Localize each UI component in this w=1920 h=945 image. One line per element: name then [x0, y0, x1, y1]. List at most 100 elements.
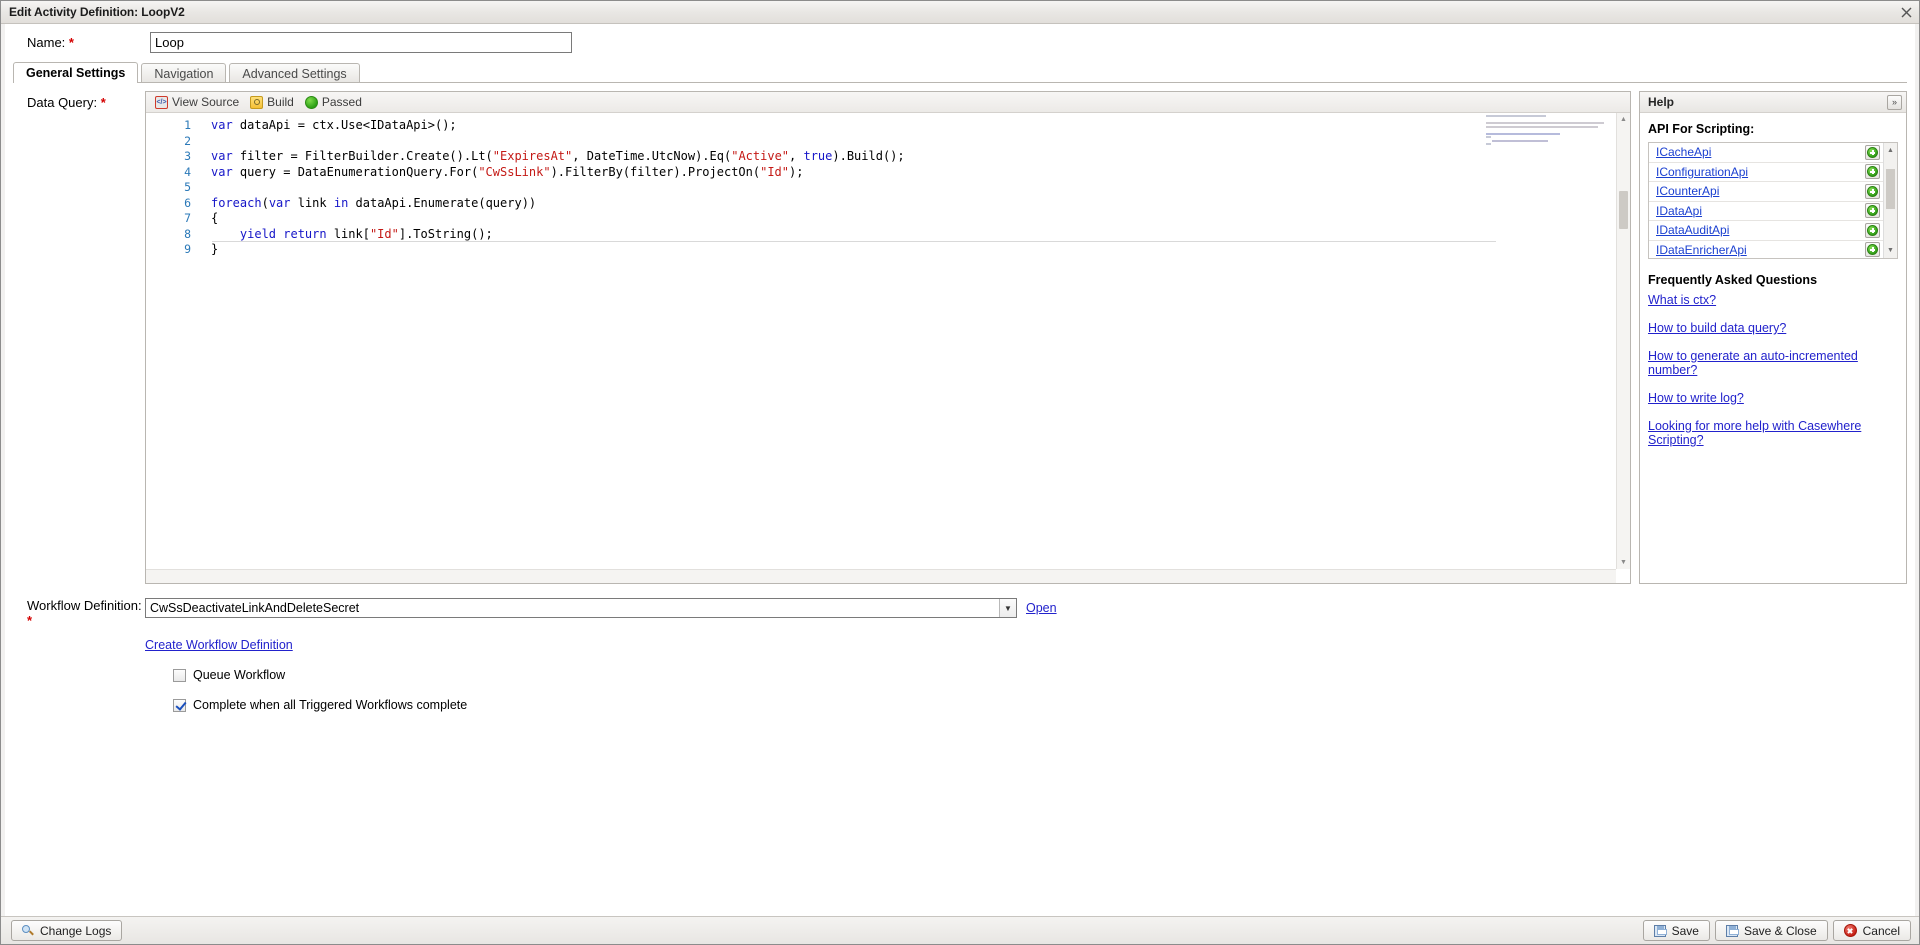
code-line-text: } — [211, 242, 219, 256]
magnifier-icon — [22, 924, 34, 937]
line-number: 6 — [184, 195, 191, 210]
faq-link-build-data-query[interactable]: How to build data query? — [1648, 321, 1898, 335]
cancel-icon — [1843, 924, 1857, 937]
list-item[interactable]: ICounterApi — [1649, 182, 1883, 202]
line-number: 9 — [184, 242, 191, 256]
open-workflow-link[interactable]: Open — [1026, 601, 1057, 615]
workflow-definition-value: CwSsDeactivateLinkAndDeleteSecret — [150, 601, 360, 615]
workflow-definition-label-text: Workflow Definition: — [27, 598, 142, 613]
cancel-label: Cancel — [1862, 923, 1900, 938]
editor-horizontal-scrollbar[interactable] — [146, 569, 1616, 583]
name-input[interactable] — [150, 32, 572, 53]
close-icon[interactable] — [1898, 4, 1914, 20]
scroll-thumb[interactable] — [1886, 169, 1895, 209]
save-icon — [1653, 924, 1667, 937]
api-link[interactable]: ICacheApi — [1656, 145, 1711, 159]
view-source-button[interactable]: </> View Source — [155, 95, 244, 109]
help-panel-header: Help » — [1640, 92, 1906, 113]
workflow-definition-controls: CwSsDeactivateLinkAndDeleteSecret ▼ Open — [145, 598, 1057, 618]
faq-link-what-is-ctx[interactable]: What is ctx? — [1648, 293, 1898, 307]
save-label: Save — [1671, 923, 1699, 938]
save-button[interactable]: Save — [1642, 920, 1710, 941]
list-item[interactable]: ICacheApi — [1649, 143, 1883, 163]
api-link[interactable]: ICounterApi — [1656, 184, 1719, 198]
faq-link-auto-increment[interactable]: How to generate an auto-incremented numb… — [1648, 349, 1898, 377]
api-link[interactable]: IConfigurationApi — [1656, 165, 1748, 179]
help-title: Help — [1648, 95, 1675, 109]
add-icon[interactable] — [1865, 164, 1880, 180]
tab-advanced-settings-label: Advanced Settings — [242, 66, 347, 81]
footer-button-group: Save Save & Close Cancel — [1642, 920, 1911, 941]
data-query-label: Data Query: * — [5, 91, 145, 584]
api-link[interactable]: IDataAuditApi — [1656, 223, 1729, 237]
list-item[interactable]: IConfigurationApi — [1649, 163, 1883, 182]
line-number: 4 — [184, 164, 191, 179]
code-line-text: var query = DataEnumerationQuery.For("Cw… — [211, 164, 804, 179]
complete-when-triggered-checkbox[interactable] — [173, 698, 186, 712]
chevron-double-right-icon[interactable]: » — [1887, 94, 1902, 110]
status-ok-icon — [304, 95, 318, 109]
general-settings-panel: Data Query: * </> View Source Build Pass… — [5, 83, 1915, 584]
tab-advanced-settings[interactable]: Advanced Settings — [229, 63, 360, 83]
cancel-button[interactable]: Cancel — [1832, 920, 1911, 941]
api-link[interactable]: IDataApi — [1656, 204, 1702, 218]
tab-navigation-label: Navigation — [154, 66, 214, 81]
build-icon — [250, 95, 264, 109]
create-workflow-definition-link[interactable]: Create Workflow Definition — [145, 638, 293, 652]
workflow-definition-label: Workflow Definition: * — [5, 598, 145, 628]
faq-link-more-help[interactable]: Looking for more help with Casewhere Scr… — [1648, 419, 1898, 447]
workflow-required-marker: * — [27, 613, 33, 628]
queue-workflow-row: Queue Workflow — [5, 668, 1915, 682]
code-line-text: var dataApi = ctx.Use<IDataApi>(); — [211, 118, 457, 132]
add-icon[interactable] — [1865, 144, 1880, 160]
queue-workflow-label: Queue Workflow — [193, 668, 286, 682]
scroll-down-icon[interactable]: ▼ — [1884, 244, 1897, 257]
tab-bar: General Settings Navigation Advanced Set… — [5, 61, 1915, 83]
dialog-footer: Change Logs Save Save & Close Cancel — [1, 916, 1919, 944]
scroll-up-icon[interactable]: ▲ — [1884, 144, 1897, 157]
api-list: ICacheApi IConfigurationApi ICounterApi — [1649, 143, 1883, 258]
help-panel-body: API For Scripting: ICacheApi IConfigurat… — [1640, 113, 1906, 583]
required-marker: * — [68, 35, 74, 50]
list-item[interactable]: IDataApi — [1649, 202, 1883, 221]
code-lines[interactable]: 1 var dataApi = ctx.Use<IDataApi>(); 2 3 v… — [146, 113, 1616, 569]
tab-strip-divider — [13, 82, 1907, 83]
faq-heading: Frequently Asked Questions — [1648, 273, 1818, 287]
line-number: 5 — [184, 180, 191, 194]
dialog-body: Name: * General Settings Navigation Adva… — [1, 24, 1919, 916]
change-logs-button[interactable]: Change Logs — [11, 920, 123, 941]
tab-navigation[interactable]: Navigation — [141, 63, 227, 83]
editor-vertical-scrollbar[interactable]: ▲ ▼ — [1616, 113, 1630, 569]
editor-surface[interactable]: 1 var dataApi = ctx.Use<IDataApi>(); 2 3 v… — [146, 113, 1630, 583]
api-list-scrollbar[interactable]: ▲ ▼ — [1883, 143, 1897, 258]
tab-general-settings[interactable]: General Settings — [13, 62, 139, 83]
api-link[interactable]: IDataEnricherApi — [1656, 243, 1747, 257]
workflow-definition-row: Workflow Definition: * CwSsDeactivateLin… — [5, 584, 1915, 628]
save-and-close-button[interactable]: Save & Close — [1714, 920, 1828, 941]
add-icon[interactable] — [1865, 203, 1880, 219]
list-item[interactable]: IDataEnricherApi — [1649, 241, 1883, 259]
code-line-text: foreach(var link in dataApi.Enumerate(qu… — [211, 195, 537, 210]
edit-activity-definition-dialog: Edit Activity Definition: LoopV2 Name: *… — [0, 0, 1920, 945]
data-query-label-text: Data Query: — [27, 95, 98, 110]
code-line-text: var filter = FilterBuilder.Create().Lt("… — [211, 149, 905, 163]
scroll-up-icon[interactable]: ▲ — [1617, 113, 1630, 126]
chevron-down-icon[interactable]: ▼ — [999, 599, 1016, 617]
window-title: Edit Activity Definition: LoopV2 — [9, 5, 185, 19]
scroll-down-icon[interactable]: ▼ — [1617, 556, 1630, 569]
build-status-label: Passed — [321, 95, 362, 109]
api-section-heading: API For Scripting: — [1648, 122, 1755, 136]
build-button[interactable]: Build — [250, 95, 299, 109]
add-icon[interactable] — [1865, 242, 1880, 258]
add-icon[interactable] — [1865, 183, 1880, 199]
add-icon[interactable] — [1865, 222, 1880, 238]
list-item[interactable]: IDataAuditApi — [1649, 221, 1883, 241]
queue-workflow-checkbox[interactable] — [173, 668, 186, 682]
faq-link-write-log[interactable]: How to write log? — [1648, 391, 1898, 405]
scroll-thumb[interactable] — [1619, 191, 1628, 229]
workflow-definition-select[interactable]: CwSsDeactivateLinkAndDeleteSecret ▼ — [145, 598, 1017, 618]
code-editor: </> View Source Build Passed 1 var dataA… — [145, 91, 1631, 584]
name-label-text: Name: — [27, 35, 66, 50]
help-panel: Help » API For Scripting: ICacheApi ICon… — [1639, 91, 1907, 584]
tab-general-settings-label: General Settings — [26, 66, 126, 80]
